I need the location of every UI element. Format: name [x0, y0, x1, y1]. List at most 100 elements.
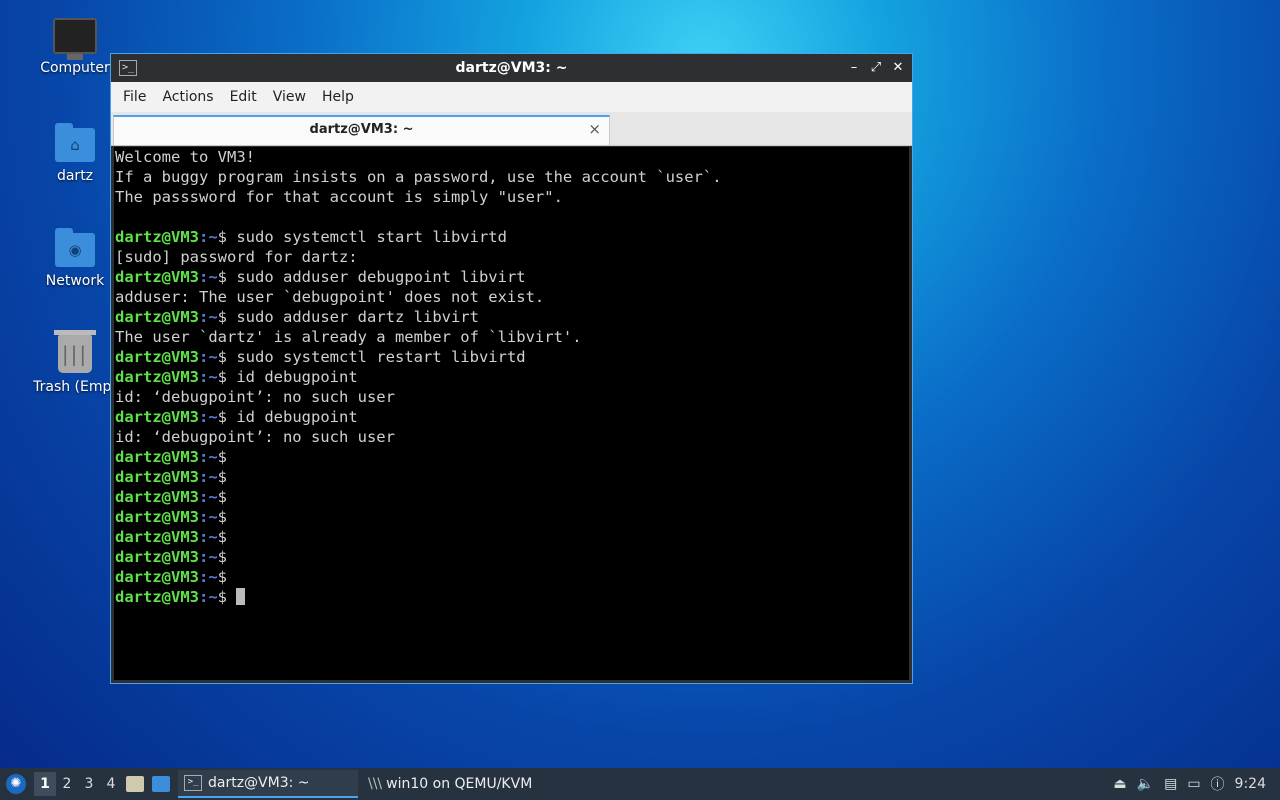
terminal-line: dartz@VM3:~$ sudo systemctl start libvir… [114, 227, 909, 247]
window-titlebar[interactable]: >_ dartz@VM3: ~ – ⤢ ✕ [111, 54, 912, 82]
task-vm[interactable]: \\\ win10 on QEMU/KVM [362, 770, 538, 798]
terminal-output[interactable]: Welcome to VM3! If a buggy program insist… [114, 147, 909, 680]
terminal-output-text: Welcome to VM3! [115, 148, 255, 166]
command-text: id debugpoint [227, 408, 358, 426]
show-desktop-icon[interactable] [152, 776, 170, 792]
task-terminal[interactable]: >_ dartz@VM3: ~ [178, 770, 358, 798]
terminal-line: dartz@VM3:~$ [114, 447, 909, 467]
clipboard-icon[interactable]: ▤ [1164, 776, 1177, 792]
network-icon[interactable]: ▭ [1187, 776, 1200, 792]
terminal-task-icon: >_ [184, 775, 202, 791]
prompt-path: :~ [199, 508, 218, 526]
eject-icon[interactable]: ⏏ [1113, 776, 1126, 792]
prompt-symbol: $ [217, 508, 228, 526]
menu-actions[interactable]: Actions [154, 89, 221, 105]
prompt-symbol: $ [217, 528, 228, 546]
prompt-symbol: $ [217, 228, 228, 246]
command-text: sudo systemctl restart libvirtd [227, 348, 526, 366]
terminal-output-text: id: ‘debugpoint’: no such user [115, 428, 395, 446]
tab-bar: dartz@VM3: ~ × [111, 112, 912, 146]
prompt-path: :~ [199, 528, 218, 546]
menu-file[interactable]: File [115, 89, 154, 105]
system-tray: ⏏ 🔈 ▤ ▭ ⓘ 9:24 [1113, 774, 1266, 794]
volume-icon[interactable]: 🔈 [1137, 776, 1154, 792]
terminal-line: dartz@VM3:~$ [114, 587, 909, 607]
file-manager-icon[interactable] [126, 776, 144, 792]
prompt-symbol: $ [217, 368, 228, 386]
prompt-user: dartz@VM3 [115, 488, 199, 506]
prompt-path: :~ [199, 228, 218, 246]
terminal-output-text: adduser: The user `debugpoint' does not … [115, 288, 545, 306]
menu-view[interactable]: View [265, 89, 314, 105]
prompt-symbol: $ [217, 488, 228, 506]
terminal-line: dartz@VM3:~$ sudo adduser debugpoint lib… [114, 267, 909, 287]
terminal-line: Welcome to VM3! [114, 147, 909, 167]
prompt-path: :~ [199, 488, 218, 506]
prompt-symbol: $ [217, 548, 228, 566]
prompt-user: dartz@VM3 [115, 528, 199, 546]
notification-icon[interactable]: ⓘ [1211, 774, 1225, 794]
prompt-path: :~ [199, 588, 218, 606]
clock[interactable]: 9:24 [1235, 776, 1266, 792]
workspace-4[interactable]: 4 [100, 772, 122, 796]
start-menu-icon[interactable]: ✺ [6, 774, 26, 794]
tab-terminal[interactable]: dartz@VM3: ~ × [113, 115, 610, 145]
prompt-user: dartz@VM3 [115, 368, 199, 386]
prompt-user: dartz@VM3 [115, 448, 199, 466]
tab-close-icon[interactable]: × [588, 120, 601, 138]
terminal-line: dartz@VM3:~$ [114, 487, 909, 507]
terminal-line: adduser: The user `debugpoint' does not … [114, 287, 909, 307]
task-label: dartz@VM3: ~ [208, 775, 310, 791]
prompt-user: dartz@VM3 [115, 548, 199, 566]
tab-label: dartz@VM3: ~ [309, 122, 414, 137]
close-button[interactable]: ✕ [890, 60, 906, 76]
workspace-3[interactable]: 3 [78, 772, 100, 796]
task-label: win10 on QEMU/KVM [386, 776, 533, 792]
menu-help[interactable]: Help [314, 89, 362, 105]
prompt-user: dartz@VM3 [115, 268, 199, 286]
prompt-symbol: $ [217, 268, 228, 286]
terminal-line: dartz@VM3:~$ sudo adduser dartz libvirt [114, 307, 909, 327]
home-folder-icon: ⌂ [55, 123, 95, 162]
prompt-path: :~ [199, 308, 218, 326]
prompt-user: dartz@VM3 [115, 348, 199, 366]
terminal-line: dartz@VM3:~$ id debugpoint [114, 367, 909, 387]
prompt-symbol: $ [217, 588, 228, 606]
terminal-line: id: ‘debugpoint’: no such user [114, 387, 909, 407]
terminal-line: The passsword for that account is simply… [114, 187, 909, 207]
terminal-output-text: The user `dartz' is already a member of … [115, 328, 582, 346]
prompt-symbol: $ [217, 308, 228, 326]
terminal-output-text: id: ‘debugpoint’: no such user [115, 388, 395, 406]
prompt-symbol: $ [217, 468, 228, 486]
terminal-line: dartz@VM3:~$ [114, 547, 909, 567]
prompt-user: dartz@VM3 [115, 508, 199, 526]
prompt-path: :~ [199, 268, 218, 286]
workspace-1[interactable]: 1 [34, 772, 56, 796]
terminal-line: dartz@VM3:~$ [114, 527, 909, 547]
maximize-button[interactable]: ⤢ [868, 60, 884, 76]
prompt-user: dartz@VM3 [115, 228, 199, 246]
menu-edit[interactable]: Edit [222, 89, 265, 105]
terminal-window: >_ dartz@VM3: ~ – ⤢ ✕ File Actions Edit … [110, 53, 913, 684]
prompt-path: :~ [199, 568, 218, 586]
prompt-path: :~ [199, 468, 218, 486]
prompt-path: :~ [199, 548, 218, 566]
prompt-path: :~ [199, 408, 218, 426]
terminal-app-icon[interactable]: >_ [119, 60, 137, 76]
minimize-button[interactable]: – [846, 60, 862, 76]
prompt-symbol: $ [217, 408, 228, 426]
menubar: File Actions Edit View Help [111, 82, 912, 112]
command-text: id debugpoint [227, 368, 358, 386]
prompt-user: dartz@VM3 [115, 568, 199, 586]
workspace-2[interactable]: 2 [56, 772, 78, 796]
terminal-line: The user `dartz' is already a member of … [114, 327, 909, 347]
prompt-user: dartz@VM3 [115, 468, 199, 486]
prompt-user: dartz@VM3 [115, 308, 199, 326]
prompt-symbol: $ [217, 448, 228, 466]
vm-task-icon: \\\ [368, 776, 383, 792]
command-text: sudo adduser debugpoint libvirt [227, 268, 526, 286]
trash-icon: ||| [54, 330, 96, 373]
window-title: dartz@VM3: ~ [455, 60, 568, 76]
terminal-line: dartz@VM3:~$ [114, 567, 909, 587]
